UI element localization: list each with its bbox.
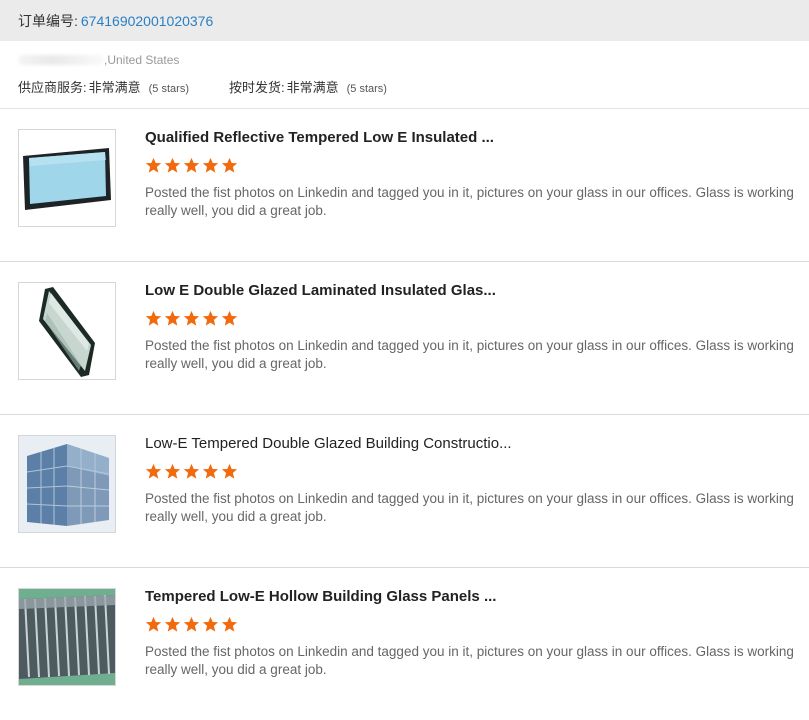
- stacked-glass-panels-image: [19, 589, 115, 685]
- star-icon: [164, 157, 181, 173]
- review-body: Qualified Reflective Tempered Low E Insu…: [145, 129, 795, 261]
- review-body: Low-E Tempered Double Glazed Building Co…: [145, 435, 795, 567]
- buyer-name-redacted: [18, 55, 104, 65]
- review-text: Posted the fist photos on Linkedin and t…: [145, 338, 794, 371]
- star-icon: [164, 463, 181, 479]
- star-icon: [221, 463, 238, 479]
- product-title-link[interactable]: Low E Double Glazed Laminated Insulated …: [145, 282, 795, 300]
- review-text: Posted the fist photos on Linkedin and t…: [145, 491, 794, 524]
- rating-label: 供应商服务:: [18, 80, 87, 95]
- star-icon: [164, 616, 181, 632]
- star-icon: [145, 616, 162, 632]
- star-icon: [202, 310, 219, 326]
- buyer-location: ,United States: [18, 53, 791, 67]
- star-icon: [221, 616, 238, 632]
- star-rating: [145, 616, 795, 636]
- review-item: Low E Double Glazed Laminated Insulated …: [0, 262, 809, 415]
- rating-stars-text: (5 stars): [148, 83, 189, 95]
- star-icon: [202, 463, 219, 479]
- star-icon: [221, 310, 238, 326]
- star-rating: [145, 310, 795, 330]
- review-list: Qualified Reflective Tempered Low E Insu…: [0, 109, 809, 720]
- product-title-link[interactable]: Tempered Low-E Hollow Building Glass Pan…: [145, 588, 795, 606]
- star-icon: [183, 616, 200, 632]
- order-label: 订单编号:: [18, 12, 78, 29]
- blue-insulated-glass-panel-image: [23, 148, 111, 210]
- star-icon: [183, 463, 200, 479]
- product-thumbnail[interactable]: [18, 129, 116, 227]
- star-icon: [183, 310, 200, 326]
- star-icon: [183, 157, 200, 173]
- star-icon: [202, 157, 219, 173]
- star-icon: [221, 157, 238, 173]
- rating-label: 按时发货:: [228, 80, 285, 95]
- product-title-link[interactable]: Low-E Tempered Double Glazed Building Co…: [145, 435, 795, 453]
- star-rating: [145, 157, 795, 177]
- rating-supplier-service: 供应商服务: 非常满意 (5 stars): [18, 77, 189, 96]
- review-item: Qualified Reflective Tempered Low E Insu…: [0, 109, 809, 262]
- buyer-country: ,United States: [104, 53, 180, 67]
- rating-stars-text: (5 stars): [346, 83, 387, 95]
- supplier-ratings: 供应商服务: 非常满意 (5 stars) 按时发货: 非常满意 (5 star…: [18, 77, 791, 96]
- product-thumbnail[interactable]: [18, 282, 116, 380]
- product-title-link[interactable]: Qualified Reflective Tempered Low E Insu…: [145, 129, 795, 147]
- review-body: Tempered Low-E Hollow Building Glass Pan…: [145, 588, 795, 720]
- rating-value: 非常满意: [286, 80, 339, 95]
- rating-value: 非常满意: [88, 80, 141, 95]
- buyer-info: ,United States 供应商服务: 非常满意 (5 stars) 按时发…: [0, 41, 809, 109]
- review-text: Posted the fist photos on Linkedin and t…: [145, 644, 794, 677]
- star-rating: [145, 463, 795, 483]
- product-thumbnail[interactable]: [18, 588, 116, 686]
- star-icon: [202, 616, 219, 632]
- angled-double-glazed-glass-image: [39, 287, 95, 377]
- order-number-link[interactable]: 67416902001020376: [81, 13, 213, 29]
- star-icon: [145, 463, 162, 479]
- review-text: Posted the fist photos on Linkedin and t…: [145, 185, 794, 218]
- order-header: 订单编号: 67416902001020376: [0, 0, 809, 41]
- review-item: Tempered Low-E Hollow Building Glass Pan…: [0, 568, 809, 720]
- star-icon: [164, 310, 181, 326]
- glass-facade-building-image: [19, 436, 115, 532]
- star-icon: [145, 310, 162, 326]
- review-body: Low E Double Glazed Laminated Insulated …: [145, 282, 795, 414]
- review-item: Low-E Tempered Double Glazed Building Co…: [0, 415, 809, 568]
- star-icon: [145, 157, 162, 173]
- rating-on-time-delivery: 按时发货: 非常满意 (5 stars): [229, 77, 387, 96]
- product-thumbnail[interactable]: [18, 435, 116, 533]
